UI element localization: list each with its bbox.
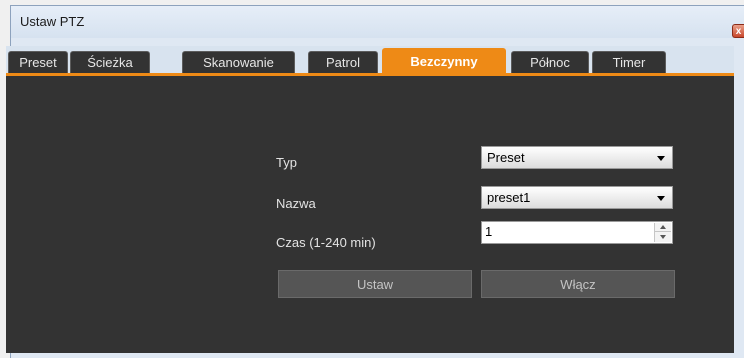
close-button[interactable]: x <box>732 24 744 38</box>
name-dropdown-value: preset1 <box>487 190 531 205</box>
tab-polnoc[interactable]: Północ <box>511 51 589 73</box>
spin-up-icon[interactable] <box>655 223 671 232</box>
tab-strip: Preset Ścieżka Skanowanie Patrol Bezczyn… <box>6 46 734 73</box>
name-dropdown[interactable]: preset1 <box>481 186 673 209</box>
time-value: 1 <box>485 224 493 239</box>
time-spinbox[interactable]: 1 <box>481 221 673 244</box>
type-dropdown[interactable]: Preset <box>481 146 673 169</box>
name-label: Nazwa <box>276 196 316 211</box>
chevron-down-icon <box>657 156 665 161</box>
tab-timer[interactable]: Timer <box>592 51 666 73</box>
enable-button[interactable]: Włącz <box>481 270 675 298</box>
tab-preset[interactable]: Preset <box>8 51 68 73</box>
set-button[interactable]: Ustaw <box>278 270 472 298</box>
tab-content-panel <box>6 76 734 353</box>
spin-buttons <box>654 223 671 242</box>
chevron-down-icon <box>657 196 665 201</box>
tab-skanowanie[interactable]: Skanowanie <box>182 51 295 73</box>
spin-down-icon[interactable] <box>655 233 671 242</box>
window-title: Ustaw PTZ <box>20 14 85 29</box>
tab-patrol[interactable]: Patrol <box>308 51 378 73</box>
title-bar: Ustaw PTZ x <box>11 6 744 38</box>
type-label: Typ <box>276 155 297 170</box>
type-dropdown-value: Preset <box>487 150 525 165</box>
tab-sciezka[interactable]: Ścieżka <box>70 51 150 73</box>
tab-bezczynny[interactable]: Bezczynny <box>382 48 506 73</box>
close-icon: x <box>735 26 742 37</box>
time-label: Czas (1-240 min) <box>276 235 376 250</box>
